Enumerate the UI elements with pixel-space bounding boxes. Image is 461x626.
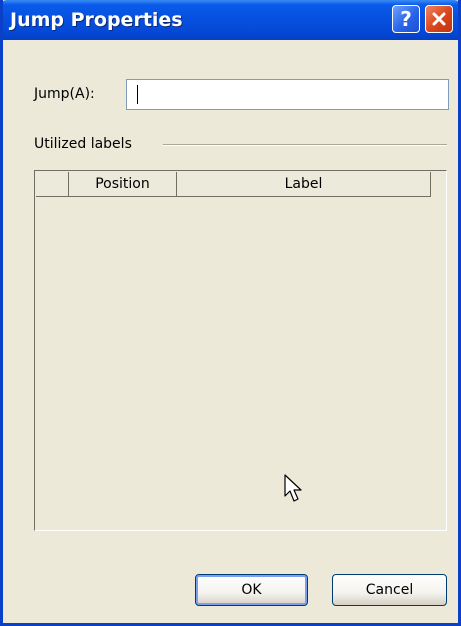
text-caret	[137, 85, 138, 104]
window-title: Jump Properties	[10, 9, 183, 31]
help-button[interactable]: ?	[392, 5, 420, 33]
cancel-button[interactable]: Cancel	[332, 574, 447, 606]
jump-input[interactable]	[126, 79, 449, 110]
mouse-pointer-icon	[284, 474, 302, 502]
group-divider	[163, 144, 447, 146]
title-bar[interactable]: Jump Properties ?	[3, 0, 458, 40]
column-header-label[interactable]: Label	[177, 172, 431, 197]
jump-properties-dialog: Jump Properties ? Jump(A): Utilized labe…	[0, 0, 461, 626]
close-button[interactable]	[425, 5, 453, 33]
utilized-labels-group-label: Utilized labels	[34, 136, 132, 152]
column-header-icon[interactable]	[36, 172, 69, 197]
column-header-position[interactable]: Position	[69, 172, 177, 197]
question-mark-icon: ?	[400, 7, 412, 31]
ok-button[interactable]: OK	[195, 574, 308, 606]
utilized-labels-list[interactable]: Position Label	[34, 170, 447, 531]
close-x-icon	[432, 12, 446, 26]
jump-label: Jump(A):	[34, 86, 95, 102]
